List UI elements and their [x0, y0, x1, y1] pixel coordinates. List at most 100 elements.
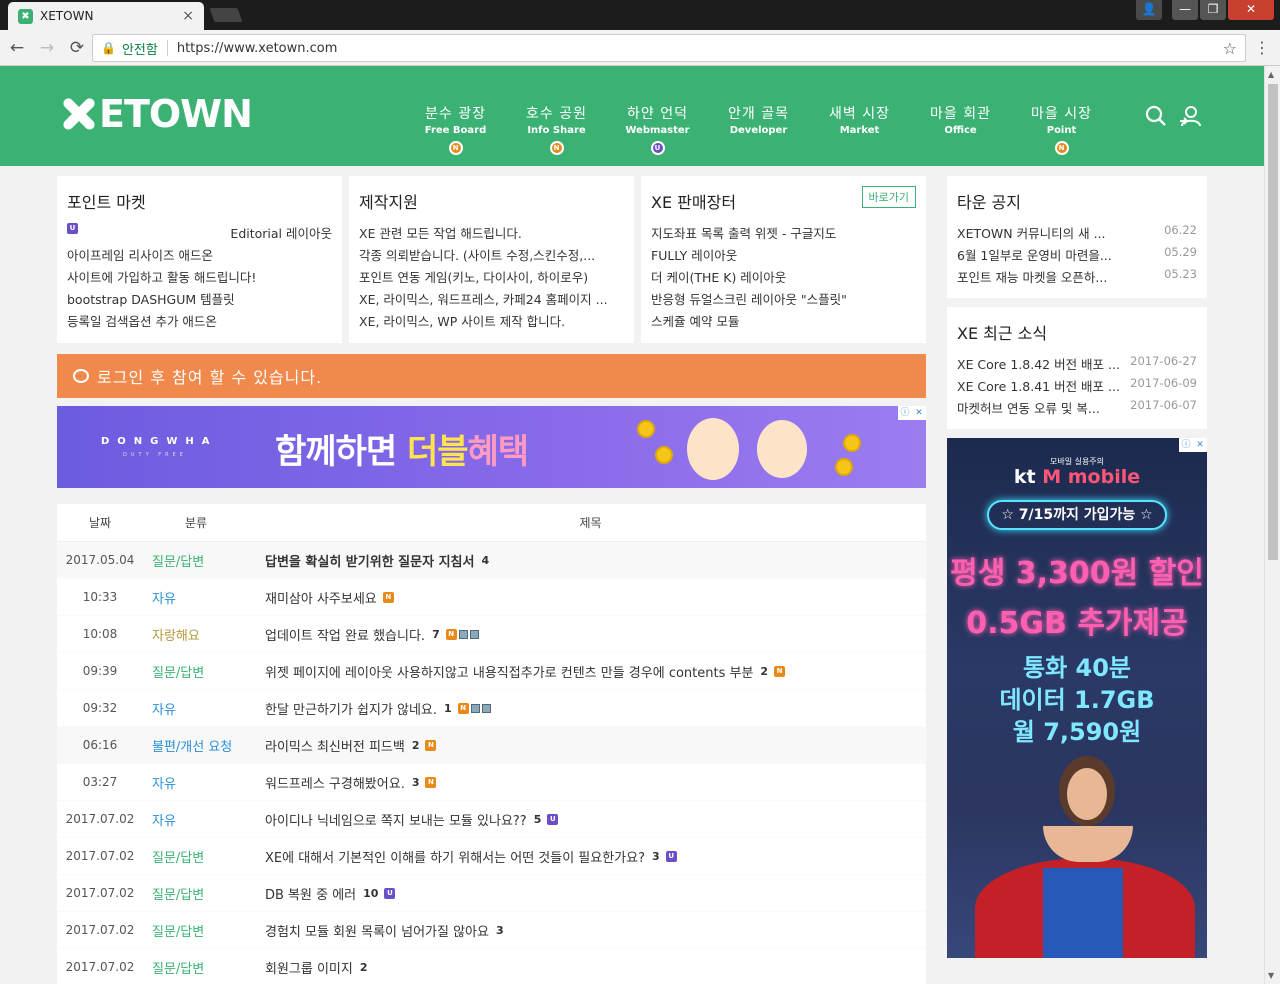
table-row[interactable]: 09:39 질문/답변 위젯 페이지에 레이아웃 사용하지않고 내용직접추가로 컨텐… [57, 653, 926, 690]
tab-close-icon[interactable]: × [182, 8, 194, 24]
row-category[interactable]: 자유 [143, 810, 265, 829]
list-item[interactable]: XE Core 1.8.41 버전 배포 ... 2017-06-09 [957, 376, 1197, 398]
table-row[interactable]: 03:27 자유 워드프레스 구경해봤어요. 3 N [57, 764, 926, 801]
table-row[interactable]: 10:33 자유 재미삼아 사주보세요 N [57, 579, 926, 616]
row-title-cell[interactable]: 재미삼아 사주보세요 N [265, 588, 926, 607]
list-item[interactable]: 사이트에 가입하고 활동 해드립니다! [67, 267, 332, 289]
row-date: 2017.05.04 [65, 553, 135, 567]
table-row[interactable]: 2017.07.02 질문/답변 XE에 대해서 기본적인 이해를 하기 위해서는 … [57, 838, 926, 875]
list-item[interactable]: 각종 의뢰받습니다. (사이트 수정,스킨수정,... [359, 245, 624, 267]
row-category[interactable]: 질문/답변 [143, 662, 265, 681]
ad-info-icon[interactable]: ⓘ [1179, 438, 1193, 452]
url-text[interactable]: https://www.xetown.com [177, 41, 1223, 56]
row-title-cell[interactable]: 답변을 확실히 받기위한 질문자 지침서 4 [265, 551, 926, 570]
list-item[interactable]: FULLY 레이아웃 [651, 245, 916, 267]
row-title-cell[interactable]: 업데이트 작업 완료 했습니다. 7 N [265, 625, 926, 644]
row-category[interactable]: 질문/답변 [143, 551, 265, 570]
list-item[interactable]: XE, 라이믹스, 워드프레스, 카페24 홈페이지 ... [359, 289, 624, 311]
list-item[interactable]: U Editorial 레이아웃 [67, 223, 332, 245]
list-item[interactable]: XE, 라이믹스, WP 사이트 제작 합니다. [359, 311, 624, 333]
ad-line-3: 통화 40분 [1023, 654, 1131, 682]
forward-button[interactable]: → [34, 38, 60, 58]
nav-item[interactable]: 마을 회관 Office [910, 103, 1011, 155]
table-row[interactable]: 2017.05.04 질문/답변 답변을 확실히 받기위한 질문자 지침서 4 [57, 542, 926, 579]
row-category[interactable]: 질문/답변 [143, 884, 265, 903]
list-item[interactable]: XE Core 1.8.42 버전 배포 ... 2017-06-27 [957, 354, 1197, 376]
reload-button[interactable]: ⟳ [64, 38, 90, 58]
nav-item[interactable]: 안개 골목 Developer [708, 103, 809, 155]
row-category[interactable]: 자유 [143, 773, 265, 792]
login-user-icon[interactable] [1178, 104, 1204, 136]
table-row[interactable]: 2017.07.02 자유 아이디나 닉네임으로 쪽지 보내는 모듈 있나요?? 5 U [57, 801, 926, 838]
browser-menu-icon[interactable]: ⋮ [1254, 38, 1270, 57]
new-tab-button[interactable] [209, 8, 243, 22]
nav-item[interactable]: 마을 시장 Point N [1011, 103, 1112, 155]
page-scrollbar[interactable]: ▲ ▼ [1264, 66, 1280, 984]
nav-item[interactable]: 하얀 언덕 Webmaster U [607, 103, 708, 155]
table-row[interactable]: 2017.07.02 질문/답변 경험치 모듈 회원 목록이 넘어가질 않아요 3 [57, 912, 926, 949]
list-item[interactable]: XETOWN 커뮤니티의 새 ... 06.22 [957, 223, 1197, 245]
row-title-cell[interactable]: 아이디나 닉네임으로 쪽지 보내는 모듈 있나요?? 5 U [265, 810, 926, 829]
row-category[interactable]: 자유 [143, 588, 265, 607]
scroll-thumb[interactable] [1268, 84, 1278, 560]
list-item[interactable]: XE 관련 모든 작업 해드립니다. [359, 223, 624, 245]
search-icon[interactable] [1144, 104, 1168, 134]
list-item-title: XE 관련 모든 작업 해드립니다. [359, 226, 522, 241]
list-item[interactable]: 포인트 연동 게임(키노, 다이사이, 하이로우) [359, 267, 624, 289]
board-list: 날짜 분류 제목 2017.05.04 질문/답변 답변을 확실히 받기위한 질문자… [57, 504, 926, 984]
ad-close-icon[interactable]: ✕ [912, 406, 926, 420]
profile-icon[interactable]: 👤 [1136, 0, 1162, 20]
ad-info-icon[interactable]: ⓘ [898, 406, 912, 420]
list-item[interactable]: 스케쥴 예약 모듈 [651, 311, 916, 333]
comment-count: 2 [760, 664, 769, 678]
table-row[interactable]: 2017.07.02 질문/답변 DB 복원 중 에러 10 U [57, 875, 926, 912]
row-category[interactable]: 불편/개선 요청 [143, 736, 265, 755]
list-item[interactable]: bootstrap DASHGUM 템플릿 [67, 289, 332, 311]
list-item[interactable]: 지도좌표 목록 출력 위젯 - 구글지도 [651, 223, 916, 245]
nav-item[interactable]: 호수 공원 Info Share N [506, 103, 607, 155]
shortcut-button[interactable]: 바로가기 [861, 186, 916, 208]
row-category[interactable]: 질문/답변 [143, 958, 265, 977]
row-title-cell[interactable]: 한달 만근하기가 쉽지가 않네요. 1 N [265, 699, 926, 718]
ad-banner[interactable]: DONGWHA DUTY FREE 함께하면 더블혜택 ⓘ ✕ [57, 406, 926, 488]
list-item-title: 아이프레임 리사이즈 애드온 [67, 248, 213, 263]
maximize-button[interactable]: ❐ [1200, 0, 1226, 20]
ad-brand-sub: DUTY FREE [123, 452, 187, 458]
close-window-button[interactable]: ✕ [1228, 0, 1274, 20]
row-title-cell[interactable]: 라이믹스 최신버전 피드백 2 N [265, 736, 926, 755]
login-notice-bar[interactable]: 로그인 후 참여 할 수 있습니다. [57, 354, 926, 398]
site-logo[interactable]: ETOWN [62, 92, 253, 136]
list-item[interactable]: 마켓허브 연동 오류 및 복... 2017-06-07 [957, 398, 1197, 420]
row-title-cell[interactable]: 워드프레스 구경해봤어요. 3 N [265, 773, 926, 792]
table-row[interactable]: 10:08 자랑해요 업데이트 작업 완료 했습니다. 7 N [57, 616, 926, 653]
list-item[interactable]: 6월 1일부로 운영비 마련을... 05.29 [957, 245, 1197, 267]
row-category[interactable]: 질문/답변 [143, 847, 265, 866]
scroll-down-icon[interactable]: ▼ [1268, 971, 1274, 980]
back-button[interactable]: ← [4, 38, 30, 58]
list-item[interactable]: 아이프레임 리사이즈 애드온 [67, 245, 332, 267]
scroll-up-icon[interactable]: ▲ [1268, 70, 1274, 79]
table-row[interactable]: 2017.07.02 질문/답변 회원그룹 이미지 2 [57, 949, 926, 984]
row-title-cell[interactable]: XE에 대해서 기본적인 이해를 하기 위해서는 어떤 것들이 필요한가요? 3 U [265, 847, 926, 866]
nav-item[interactable]: 새벽 시장 Market [809, 103, 910, 155]
row-category[interactable]: 질문/답변 [143, 921, 265, 940]
nav-item[interactable]: 분수 광장 Free Board N [405, 103, 506, 155]
list-item[interactable]: 등록일 검색옵션 추가 애드온 [67, 311, 332, 333]
table-row[interactable]: 06:16 불편/개선 요청 라이믹스 최신버전 피드백 2 N [57, 727, 926, 764]
row-title-cell[interactable]: 회원그룹 이미지 2 [265, 958, 926, 977]
browser-tab[interactable]: ✖ XETOWN × [8, 2, 204, 30]
address-bar[interactable]: 🔒 안전함 https://www.xetown.com ☆ [92, 34, 1246, 62]
side-ad[interactable]: 모바일 실용주의 kt M mobile ☆ 7/15까지 가입가능 ☆ 평생 … [947, 438, 1207, 958]
row-title-cell[interactable]: DB 복원 중 에러 10 U [265, 884, 926, 903]
ad-close-icon[interactable]: ✕ [1193, 438, 1207, 452]
bookmark-star-icon[interactable]: ☆ [1223, 39, 1237, 58]
list-item[interactable]: 포인트 재능 마켓을 오픈하... 05.23 [957, 267, 1197, 289]
row-category[interactable]: 자랑해요 [143, 625, 265, 644]
row-category[interactable]: 자유 [143, 699, 265, 718]
row-title-cell[interactable]: 위젯 페이지에 레이아웃 사용하지않고 내용직접추가로 컨텐츠 만들 경우에 c… [265, 662, 926, 681]
minimize-button[interactable]: — [1172, 0, 1198, 20]
list-item[interactable]: 더 케이(THE K) 레이아웃 [651, 267, 916, 289]
list-item[interactable]: 반응형 듀얼스크린 레이아웃 "스플릿" [651, 289, 916, 311]
table-row[interactable]: 09:32 자유 한달 만근하기가 쉽지가 않네요. 1 N [57, 690, 926, 727]
row-title-cell[interactable]: 경험치 모듈 회원 목록이 넘어가질 않아요 3 [265, 921, 926, 940]
